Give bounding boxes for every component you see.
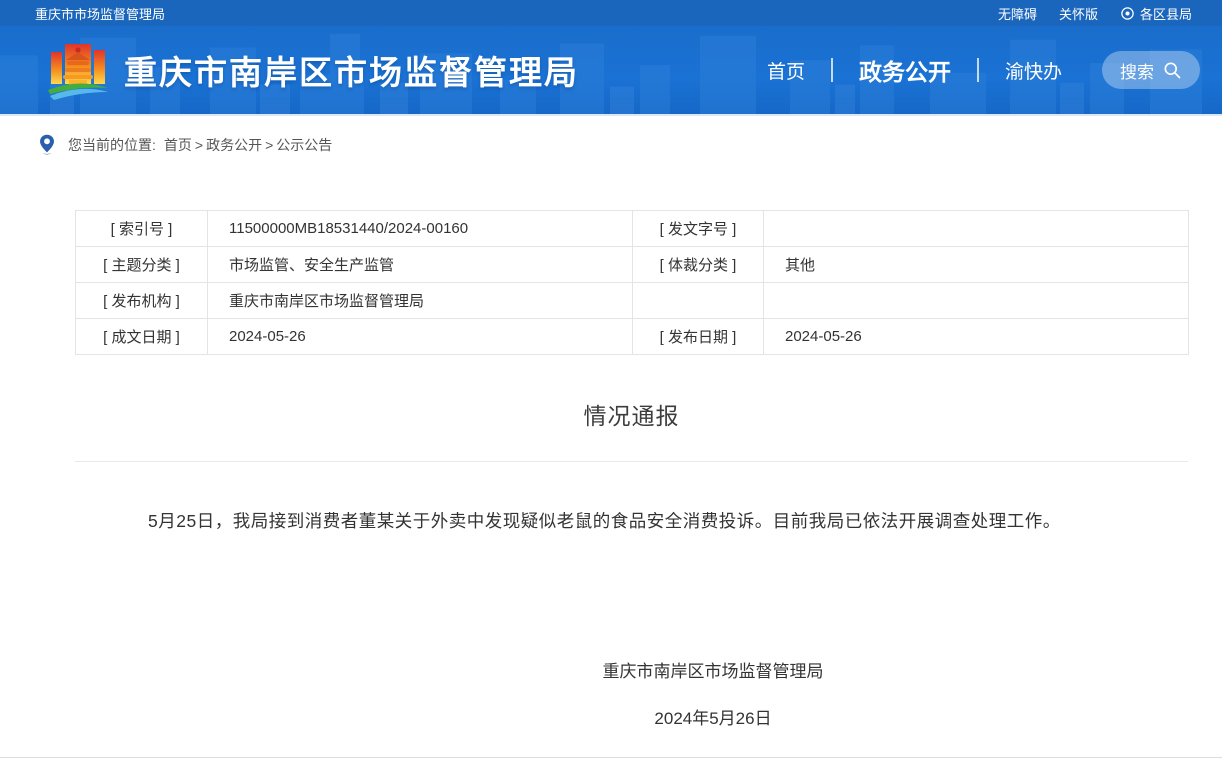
- page-title: 重庆市南岸区市场监督管理局: [124, 46, 579, 94]
- document-body: 5月25日，我局接到消费者董某关于外卖中发现疑似老鼠的食品安全消费投诉。目前我局…: [113, 504, 1143, 539]
- document-title: 情况通报: [75, 397, 1188, 431]
- district-bureaus-link[interactable]: 各区县局: [1120, 4, 1192, 23]
- breadcrumb-separator: >: [265, 137, 273, 153]
- table-row: [ 主题分类 ] 市场监管、安全生产监管 [ 体裁分类 ] 其他: [76, 247, 1189, 283]
- main-navigation: 首页 政务公开 渝快办 搜索: [767, 26, 1200, 114]
- breadcrumb-prefix: 您当前的位置:: [68, 135, 156, 155]
- meta-label-topic-category: [ 主题分类 ]: [76, 247, 208, 283]
- nav-home[interactable]: 首页: [767, 57, 805, 84]
- accessibility-link[interactable]: 无障碍: [998, 4, 1037, 23]
- meta-value-empty: [764, 283, 1189, 319]
- meta-label-doc-number: [ 发文字号 ]: [633, 211, 764, 247]
- parent-site-link[interactable]: 重庆市市场监督管理局: [35, 4, 165, 23]
- location-pin-icon: [1120, 6, 1135, 21]
- breadcrumb: 您当前的位置: 首页 > 政务公开 > 公示公告: [0, 116, 1222, 174]
- nav-divider: [831, 58, 833, 82]
- breadcrumb-announcements[interactable]: 公示公告: [276, 135, 332, 155]
- meta-value-genre-category: 其他: [764, 247, 1189, 283]
- nav-gov-disclosure[interactable]: 政务公开: [859, 53, 951, 87]
- meta-label-publish-date: [ 发布日期 ]: [633, 319, 764, 355]
- meta-label-index-number: [ 索引号 ]: [76, 211, 208, 247]
- meta-value-topic-category: 市场监管、安全生产监管: [208, 247, 633, 283]
- meta-value-issuing-agency: 重庆市南岸区市场监督管理局: [208, 283, 633, 319]
- breadcrumb-separator: >: [195, 137, 203, 153]
- breadcrumb-gov-disclosure[interactable]: 政务公开: [206, 135, 262, 155]
- meta-value-written-date: 2024-05-26: [208, 319, 633, 355]
- signature-date: 2024年5月26日: [102, 704, 1222, 729]
- search-icon: [1162, 60, 1182, 80]
- table-row: [ 发布机构 ] 重庆市南岸区市场监督管理局: [76, 283, 1189, 319]
- search-button[interactable]: 搜索: [1102, 51, 1200, 89]
- table-row: [ 成文日期 ] 2024-05-26 [ 发布日期 ] 2024-05-26: [76, 319, 1189, 355]
- meta-value-doc-number: [764, 211, 1189, 247]
- signature-agency: 重庆市南岸区市场监督管理局: [102, 657, 1222, 682]
- breadcrumb-pin-icon: [38, 134, 56, 156]
- top-utility-bar: 重庆市市场监督管理局 无障碍 关怀版 各区县局: [0, 0, 1222, 26]
- document-metadata-table: [ 索引号 ] 11500000MB18531440/2024-00160 [ …: [75, 210, 1189, 355]
- meta-label-genre-category: [ 体裁分类 ]: [633, 247, 764, 283]
- meta-label-issuing-agency: [ 发布机构 ]: [76, 283, 208, 319]
- meta-value-publish-date: 2024-05-26: [764, 319, 1189, 355]
- site-header-banner: 重庆市南岸区市场监督管理局 首页 政务公开 渝快办 搜索: [0, 26, 1222, 116]
- table-row: [ 索引号 ] 11500000MB18531440/2024-00160 [ …: [76, 211, 1189, 247]
- nav-yukuaiban[interactable]: 渝快办: [1005, 57, 1062, 84]
- top-utility-links: 无障碍 关怀版 各区县局: [998, 4, 1192, 23]
- bureau-logo: [46, 38, 110, 102]
- search-button-label: 搜索: [1120, 58, 1154, 83]
- meta-value-index-number: 11500000MB18531440/2024-00160: [208, 211, 633, 247]
- nav-divider: [977, 58, 979, 82]
- breadcrumb-home[interactable]: 首页: [164, 135, 192, 155]
- meta-label-empty: [633, 283, 764, 319]
- title-divider: [75, 461, 1188, 462]
- care-mode-link[interactable]: 关怀版: [1059, 4, 1098, 23]
- meta-label-written-date: [ 成文日期 ]: [76, 319, 208, 355]
